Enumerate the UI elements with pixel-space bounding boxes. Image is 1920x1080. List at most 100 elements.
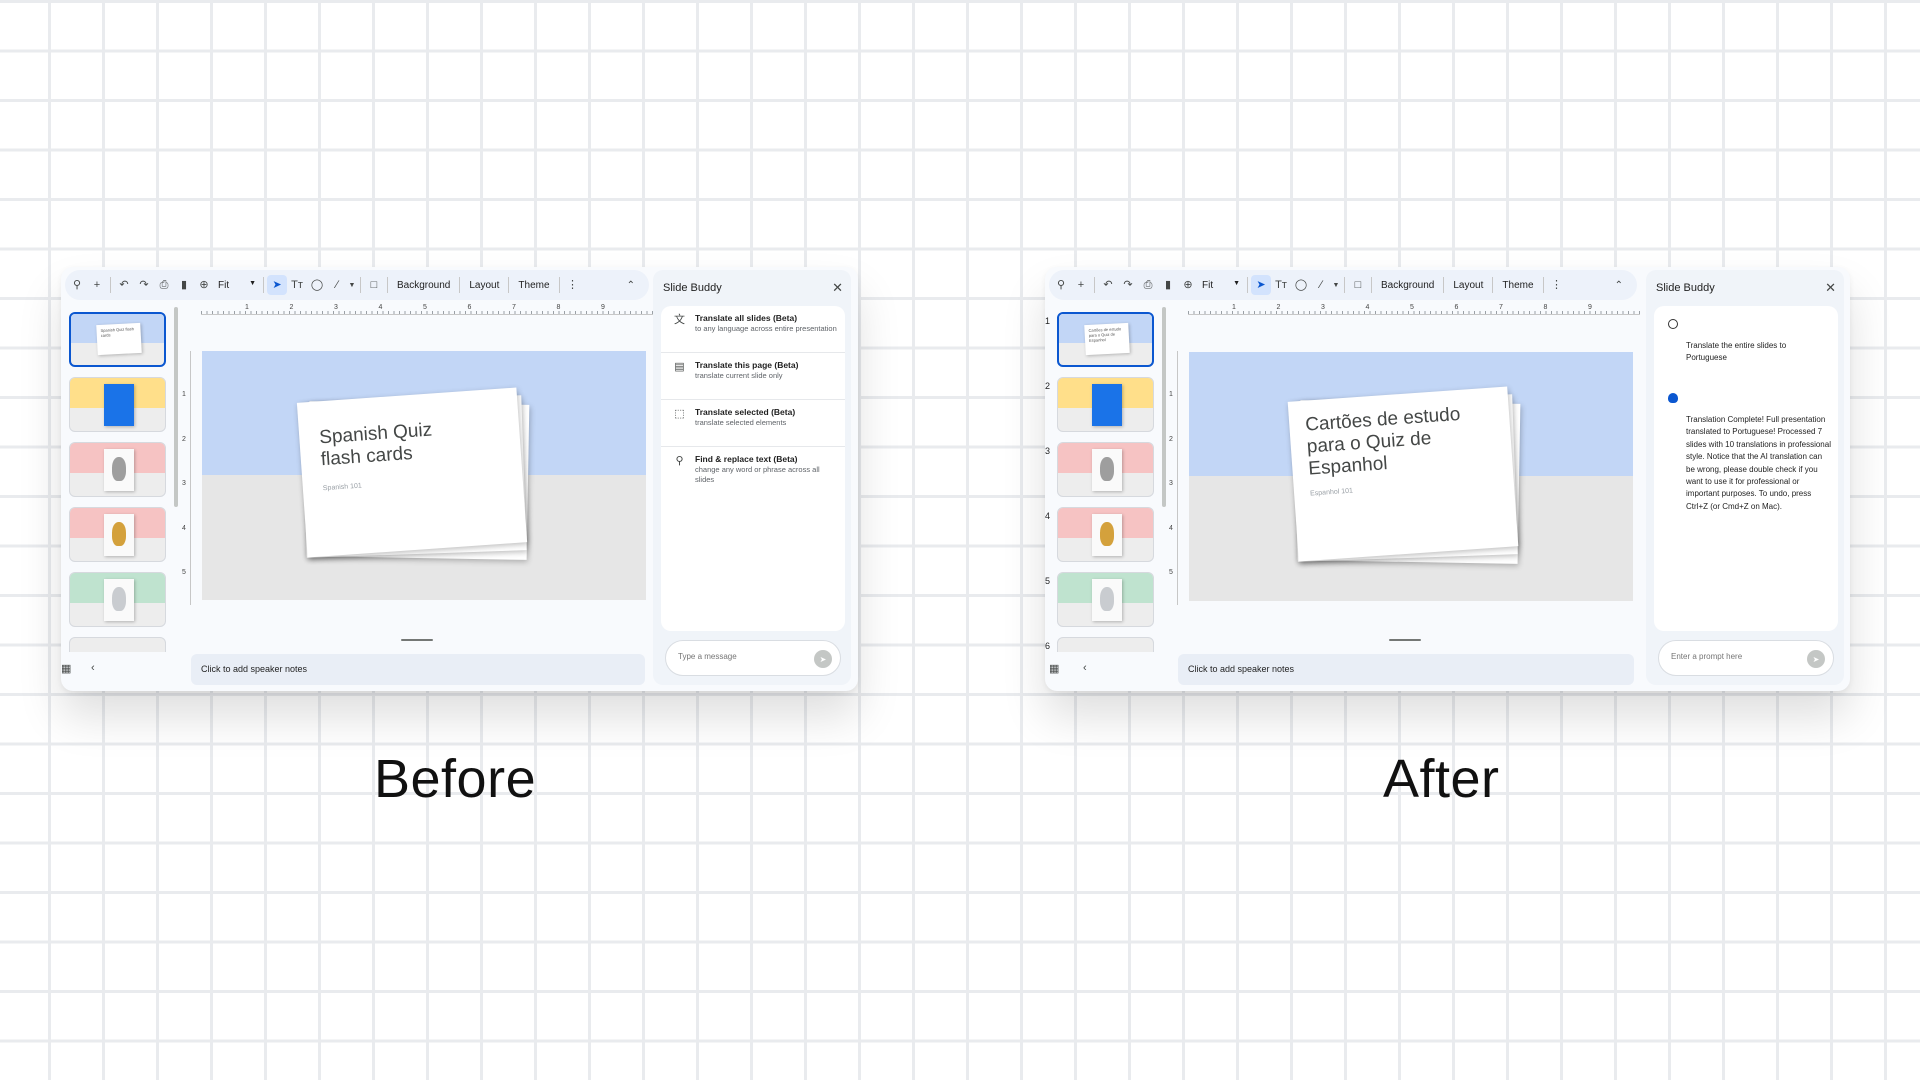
ruler-mark: 5	[1410, 304, 1414, 311]
zoom-select[interactable]: Fit ▼	[214, 280, 260, 291]
slide-number: 5	[1045, 576, 1051, 586]
slide-thumbnail[interactable]	[1057, 507, 1154, 562]
search-icon[interactable]: ⚲	[1051, 275, 1071, 295]
toolbar-divider	[1247, 277, 1248, 293]
ruler-mark: 1	[182, 391, 186, 398]
slide-canvas[interactable]: Cartões de estudo para o Quiz de Espanho…	[1189, 352, 1633, 601]
slide-thumbnail[interactable]: Cartões de estudo para o Quiz de Espanho…	[1057, 312, 1154, 367]
close-icon[interactable]: ✕	[1825, 280, 1836, 296]
filmstrip-scrollbar[interactable]	[1162, 307, 1166, 507]
collapse-toolbar-icon[interactable]: ⌃	[1615, 280, 1623, 291]
title-card[interactable]: Cartões de estudo para o Quiz de Espanho…	[1287, 386, 1519, 562]
line-icon[interactable]: ∕	[1311, 275, 1331, 295]
notes-resize-handle[interactable]	[401, 639, 433, 641]
add-icon[interactable]: +	[87, 275, 107, 295]
close-icon[interactable]: ✕	[832, 280, 843, 296]
background-button[interactable]: Background	[1375, 280, 1440, 291]
chevron-down-icon[interactable]: ▼	[1331, 275, 1341, 295]
slide-thumbnail[interactable]	[1057, 572, 1154, 627]
grid-view-icon[interactable]: ▦	[1049, 662, 1059, 675]
slide-title[interactable]: Cartões de estudo para o Quiz de Espanho…	[1305, 402, 1497, 480]
ruler-mark: 3	[1169, 480, 1173, 487]
chevron-left-icon[interactable]: ‹	[91, 662, 95, 674]
text-box-icon[interactable]: Tт	[287, 275, 307, 295]
redo-icon[interactable]: ↷	[134, 275, 154, 295]
slide-thumbnail[interactable]: Spanish Quiz flash cards	[69, 312, 166, 367]
speaker-notes[interactable]: Click to add speaker notes	[1178, 654, 1634, 685]
slide-thumbnail[interactable]	[1057, 637, 1154, 652]
add-icon[interactable]: +	[1071, 275, 1091, 295]
line-icon[interactable]: ∕	[327, 275, 347, 295]
ruler-mark: 4	[1169, 524, 1173, 532]
zoom-icon[interactable]: ⊕	[1178, 275, 1198, 295]
theme-button[interactable]: Theme	[1496, 280, 1539, 291]
ruler-mark: 7	[512, 304, 516, 311]
ruler-mark: 7	[1499, 304, 1503, 311]
option-translate-all[interactable]: 文 Translate all slides (Beta) to any lan…	[661, 306, 845, 353]
collapse-toolbar-icon[interactable]: ⌃	[627, 280, 635, 291]
notes-resize-handle[interactable]	[1389, 639, 1421, 641]
vertical-ruler: 1 2 3 4 5	[1168, 351, 1178, 605]
toolbar: ⚲ + ↶ ↷ ⎙ ▮ ⊕ Fit ▼ ➤ Tт ◯ ∕ ▼ □ Backgrou…	[65, 270, 649, 300]
select-icon: ⬚	[674, 408, 685, 420]
slide-number: 1	[1045, 316, 1051, 326]
select-pointer-icon[interactable]: ➤	[1251, 275, 1271, 295]
zoom-icon[interactable]: ⊕	[194, 275, 214, 295]
slide-thumbnail[interactable]	[69, 572, 166, 627]
card-stack[interactable]: Cartões de estudo para o Quiz de Espanho…	[1287, 386, 1521, 564]
horizontal-ruler: 1 2 3 4 5 6 7 8 9	[1188, 304, 1640, 315]
slide-thumbnail[interactable]	[69, 442, 166, 497]
slide-thumbnail[interactable]	[69, 637, 166, 652]
slide-thumbnail[interactable]	[1057, 377, 1154, 432]
comment-icon[interactable]: □	[364, 275, 384, 295]
thumb-photo	[104, 514, 134, 556]
grid-view-icon[interactable]: ▦	[61, 662, 71, 675]
toolbar-divider	[1371, 277, 1372, 293]
more-options-icon[interactable]: ⋮	[563, 275, 583, 295]
layout-button[interactable]: Layout	[1447, 280, 1489, 291]
prompt-input[interactable]	[1671, 652, 1791, 661]
slide-thumbnail[interactable]	[69, 377, 166, 432]
page-icon: ▤	[674, 361, 685, 373]
undo-icon[interactable]: ↶	[1098, 275, 1118, 295]
message-input[interactable]	[678, 652, 798, 661]
select-pointer-icon[interactable]: ➤	[267, 275, 287, 295]
text-box-icon[interactable]: Tт	[1271, 275, 1291, 295]
speaker-notes[interactable]: Click to add speaker notes	[191, 654, 645, 685]
filmstrip-scrollbar[interactable]	[174, 307, 178, 507]
option-find-replace[interactable]: ⚲ Find & replace text (Beta) change any …	[661, 447, 845, 494]
ruler-mark: 2	[1276, 304, 1281, 311]
redo-icon[interactable]: ↷	[1118, 275, 1138, 295]
slide-subtitle[interactable]: Espanhol 101	[1310, 477, 1498, 497]
send-icon[interactable]: ➤	[1807, 650, 1825, 668]
slide-thumbnail[interactable]	[69, 507, 166, 562]
shape-icon[interactable]: ◯	[1291, 275, 1311, 295]
shape-icon[interactable]: ◯	[307, 275, 327, 295]
more-options-icon[interactable]: ⋮	[1547, 275, 1567, 295]
filmstrip: Spanish Quiz flash cards	[61, 307, 173, 652]
print-icon[interactable]: ⎙	[154, 275, 174, 295]
paint-format-icon[interactable]: ▮	[1158, 275, 1178, 295]
chevron-down-icon[interactable]: ▼	[347, 275, 357, 295]
theme-button[interactable]: Theme	[512, 280, 555, 291]
chevron-left-icon[interactable]: ‹	[1083, 662, 1087, 674]
slide-subtitle[interactable]: Spanish 101	[323, 472, 503, 492]
send-icon[interactable]: ➤	[814, 650, 832, 668]
search-icon[interactable]: ⚲	[67, 275, 87, 295]
assistant-message: Translation Complete! Full presentation …	[1686, 415, 1831, 511]
thumb-photo	[104, 384, 134, 426]
option-translate-selected[interactable]: ⬚ Translate selected (Beta) translate se…	[661, 400, 845, 447]
undo-icon[interactable]: ↶	[114, 275, 134, 295]
slide-canvas[interactable]: Spanish Quiz flash cards Spanish 101	[202, 351, 646, 600]
title-card[interactable]: Spanish Quiz flash cards Spanish 101	[296, 387, 528, 558]
zoom-select[interactable]: Fit ▼	[1198, 280, 1244, 291]
background-button[interactable]: Background	[391, 280, 456, 291]
slide-thumbnail[interactable]	[1057, 442, 1154, 497]
slide-title[interactable]: Spanish Quiz flash cards	[319, 415, 502, 471]
option-translate-page[interactable]: ▤ Translate this page (Beta) translate c…	[661, 353, 845, 400]
print-icon[interactable]: ⎙	[1138, 275, 1158, 295]
card-stack[interactable]: Spanish Quiz flash cards Spanish 101	[296, 387, 530, 560]
paint-format-icon[interactable]: ▮	[174, 275, 194, 295]
layout-button[interactable]: Layout	[463, 280, 505, 291]
comment-icon[interactable]: □	[1348, 275, 1368, 295]
